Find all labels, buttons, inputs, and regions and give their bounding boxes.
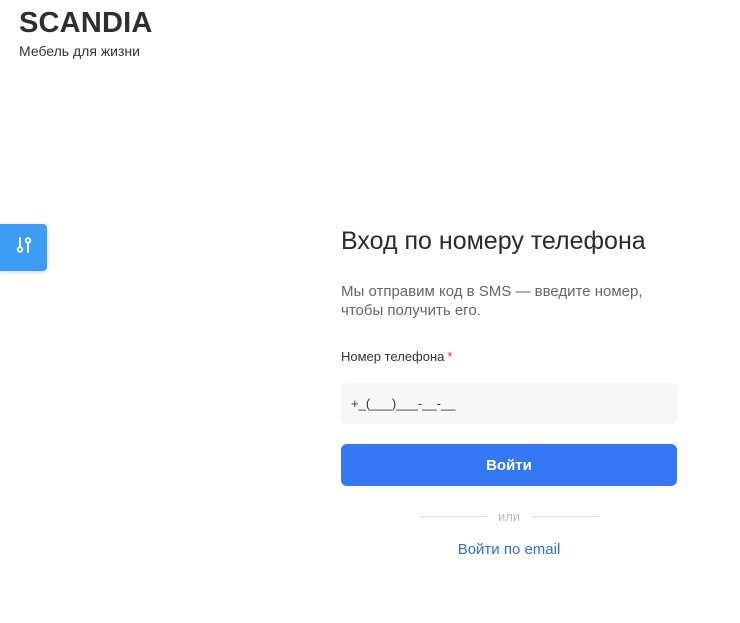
- phone-field-label: Номер телефона *: [341, 349, 677, 365]
- divider-line-left: [418, 515, 487, 517]
- divider-text: или: [497, 508, 521, 524]
- email-login-link[interactable]: Войти по email: [341, 541, 677, 558]
- side-settings-tab[interactable]: [0, 224, 47, 271]
- phone-label-text: Номер телефона: [341, 349, 445, 364]
- login-page: SCANDIA Мебель для жизни Вход по номеру …: [0, 0, 740, 623]
- brand-logo-text: SCANDIA: [19, 7, 153, 39]
- login-button[interactable]: Войти: [341, 444, 677, 486]
- phone-login-form: Вход по номеру телефона Мы отправим код …: [341, 226, 677, 558]
- brand-header: SCANDIA Мебель для жизни: [19, 6, 153, 60]
- form-description: Мы отправим код в SMS — введите номер, ч…: [341, 283, 643, 319]
- phone-input[interactable]: [341, 383, 677, 424]
- divider-line-right: [531, 515, 600, 517]
- or-divider: или: [341, 508, 677, 524]
- sliders-icon: [15, 236, 33, 259]
- brand-tagline: Мебель для жизни: [19, 43, 140, 59]
- required-marker: *: [447, 349, 453, 364]
- form-title: Вход по номеру телефона: [341, 227, 646, 255]
